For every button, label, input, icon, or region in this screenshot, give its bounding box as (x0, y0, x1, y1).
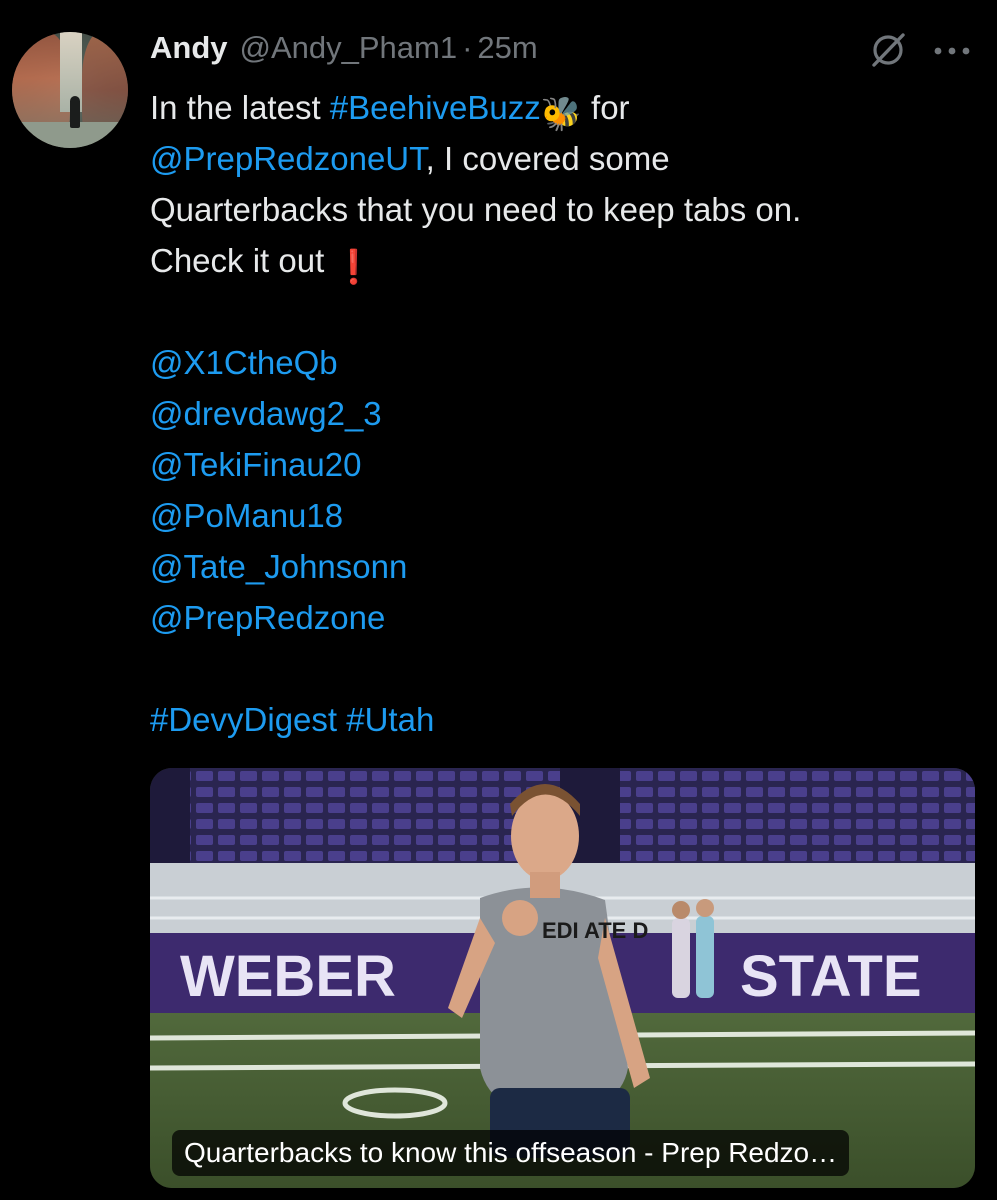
mention-prepredzone[interactable]: @PrepRedzone (150, 592, 970, 643)
tweet-text: In the latest #BeehiveBuzz🐝 for @PrepRed… (150, 82, 970, 745)
tweet-header: Andy @Andy_Pham1 · 25m (150, 30, 538, 74)
mention-x1ctheqb[interactable]: @X1CtheQb (150, 337, 970, 388)
tweet-line-hashtags: #DevyDigest #Utah (150, 694, 970, 745)
tweet-line-4: Check it out ❗ (150, 235, 970, 286)
preview-image: WEBER STATE EDI ATE D (150, 768, 975, 1188)
tweet-text-segment: for (581, 89, 630, 126)
mention-drevdawg2_3[interactable]: @drevdawg2_3 (150, 388, 970, 439)
banner-text-right: STATE (740, 944, 922, 1009)
mention-prepredzoneut[interactable]: @PrepRedzoneUT (150, 140, 426, 177)
avatar-person (70, 96, 80, 128)
link-preview-card[interactable]: WEBER STATE EDI ATE D Quarterbacks to kn… (150, 768, 975, 1188)
hashtag-beehivebuzz[interactable]: #BeehiveBuzz (330, 89, 541, 126)
tweet: Andy @Andy_Pham1 · 25m In the latest #Be… (0, 0, 997, 1200)
hashtag-devydigest[interactable]: #DevyDigest (150, 701, 337, 738)
stadium-seats-left (190, 768, 560, 863)
banner-text-left: WEBER (180, 944, 396, 1009)
tweet-text-segment: , I covered some (425, 140, 670, 177)
tweet-line-1: In the latest #BeehiveBuzz🐝 for (150, 82, 970, 133)
author-name[interactable]: Andy (150, 30, 228, 66)
tweet-timestamp[interactable]: 25m (477, 30, 537, 66)
mention-pomanu18[interactable]: @PoManu18 (150, 490, 970, 541)
more-options-icon[interactable] (930, 36, 974, 66)
bee-emoji: 🐝 (540, 95, 582, 132)
author-handle[interactable]: @Andy_Pham1 (240, 30, 458, 66)
avatar[interactable] (12, 32, 128, 148)
tweet-line-3: Quarterbacks that you need to keep tabs … (150, 191, 802, 228)
link-preview-caption[interactable]: Quarterbacks to know this offseason - Pr… (172, 1130, 850, 1176)
mention-tate_johnsonn[interactable]: @Tate_Johnsonn (150, 541, 970, 592)
tweet-text-segment: In the latest (150, 89, 330, 126)
mention-tekifinau20[interactable]: @TekiFinau20 (150, 439, 970, 490)
header-separator: · (462, 30, 473, 65)
shirt-text: EDI ATE D (542, 918, 648, 943)
tweet-text-segment: Check it out (150, 242, 334, 279)
tweet-line-2: @PrepRedzoneUT, I covered some (150, 133, 970, 184)
hashtag-utah[interactable]: #Utah (346, 701, 434, 738)
grok-icon[interactable] (868, 30, 908, 70)
exclamation-emoji: ❗ (333, 248, 375, 285)
stadium-seats-right (620, 768, 975, 863)
